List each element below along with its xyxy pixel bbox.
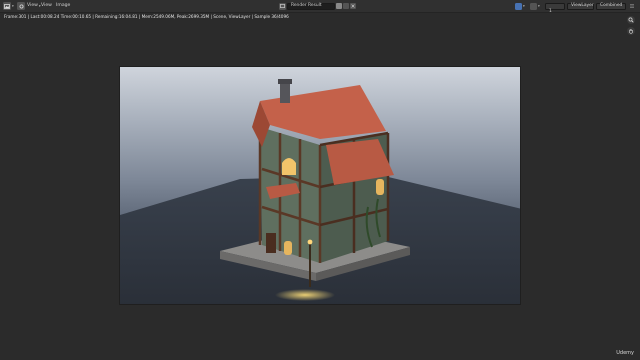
zoom-icon[interactable] (627, 16, 635, 24)
browse-image-button[interactable] (279, 0, 286, 12)
slot-value: Slot 1 (549, 0, 557, 14)
mode-selector[interactable]: View ▾ (17, 0, 41, 12)
view-layer-selector[interactable]: ViewLayer (567, 2, 594, 10)
channels-icon (515, 2, 522, 10)
image-editor-icon (3, 2, 11, 10)
image-browse-icon (279, 2, 286, 10)
close-icon[interactable] (350, 3, 356, 9)
new-image-icon[interactable] (343, 3, 349, 9)
image-editor-header: ▾ View ▾ View Image Render Result ▾ ▾ 1 … (0, 0, 640, 14)
slot-selector[interactable]: Slot 1 (545, 0, 565, 14)
hand-icon[interactable] (627, 27, 635, 35)
render-result-image (119, 66, 521, 305)
display-options-button[interactable]: ▾ (530, 0, 540, 12)
menu-image-label: Image (56, 3, 71, 8)
display-channels-button[interactable]: ▾ (515, 0, 525, 12)
render-pass-selector[interactable]: Combined (596, 2, 626, 10)
render-pass-value: Combined (600, 3, 623, 8)
house-render-illustration (120, 79, 520, 304)
header-menu-icon[interactable] (629, 0, 635, 12)
image-name-value: Render Result (291, 3, 322, 8)
render-stats-text: Frame:301 | Last:00:08.24 Time:00:10.65 … (4, 14, 289, 19)
render-slot-icon (530, 2, 537, 10)
image-name-field[interactable]: Render Result (287, 2, 335, 10)
udemy-watermark: Udemy (616, 350, 634, 356)
watermark-text: Udemy (616, 350, 634, 356)
menu-view[interactable]: View (41, 0, 52, 12)
editor-type-button[interactable]: ▾ (3, 0, 14, 12)
view-layer-value: ViewLayer (571, 3, 594, 8)
view-mode-icon (17, 2, 25, 10)
fake-user-icon[interactable] (336, 3, 342, 9)
mode-label: View (27, 3, 38, 8)
menu-view-label: View (41, 3, 52, 8)
menu-image[interactable]: Image (56, 0, 70, 12)
